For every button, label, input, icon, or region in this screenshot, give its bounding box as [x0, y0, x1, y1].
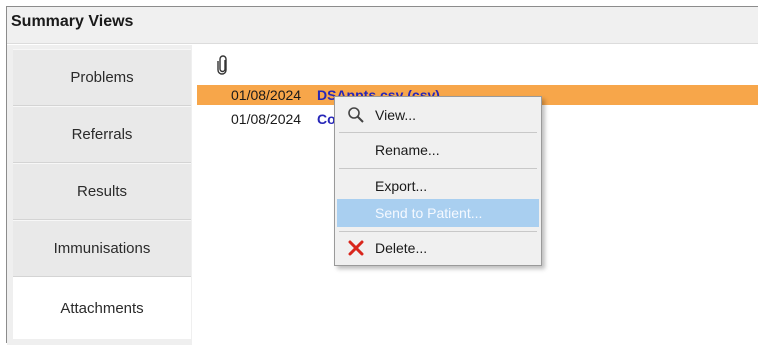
- menu-item-label: Export...: [375, 178, 428, 194]
- menu-item-label: Delete...: [375, 240, 428, 256]
- context-menu: View... Rename... Export... Send to Pati…: [334, 96, 542, 266]
- nav-item-label: Immunisations: [53, 240, 151, 257]
- menu-separator: [339, 168, 537, 169]
- panel-header: Summary Views: [7, 7, 758, 44]
- menu-item-rename[interactable]: Rename...: [337, 136, 539, 164]
- menu-separator: [339, 231, 537, 232]
- menu-item-label: View...: [375, 107, 416, 123]
- menu-item-label: Send to Patient...: [375, 205, 483, 221]
- menu-item-delete[interactable]: Delete...: [337, 234, 539, 262]
- menu-item-export[interactable]: Export...: [337, 172, 539, 200]
- row-date: 01/08/2024: [231, 111, 302, 127]
- row-filename[interactable]: Co: [317, 111, 336, 127]
- nav-item-label: Results: [76, 183, 128, 200]
- nav-item-label: Attachments: [60, 299, 144, 317]
- nav-item-label: Problems: [70, 69, 134, 86]
- nav-item-problems[interactable]: Problems: [13, 49, 191, 106]
- menu-item-view[interactable]: View...: [337, 101, 539, 129]
- nav-item-referrals[interactable]: Referrals: [13, 106, 191, 163]
- nav-item-results[interactable]: Results: [13, 163, 191, 220]
- menu-item-label: Rename...: [375, 142, 440, 158]
- magnifier-icon: [348, 107, 364, 123]
- nav-item-label: Referrals: [71, 126, 133, 143]
- nav-item-immunisations[interactable]: Immunisations: [13, 220, 191, 277]
- delete-x-icon: [348, 240, 364, 256]
- menu-item-send-to-patient: Send to Patient...: [337, 199, 539, 227]
- page-title: Summary Views: [11, 13, 134, 30]
- row-date: 01/08/2024: [231, 87, 302, 103]
- paperclip-icon: [217, 55, 227, 75]
- menu-separator: [339, 132, 537, 133]
- nav-item-attachments[interactable]: Attachments: [13, 277, 191, 339]
- summary-nav: Problems Referrals Results Immunisations…: [7, 45, 192, 345]
